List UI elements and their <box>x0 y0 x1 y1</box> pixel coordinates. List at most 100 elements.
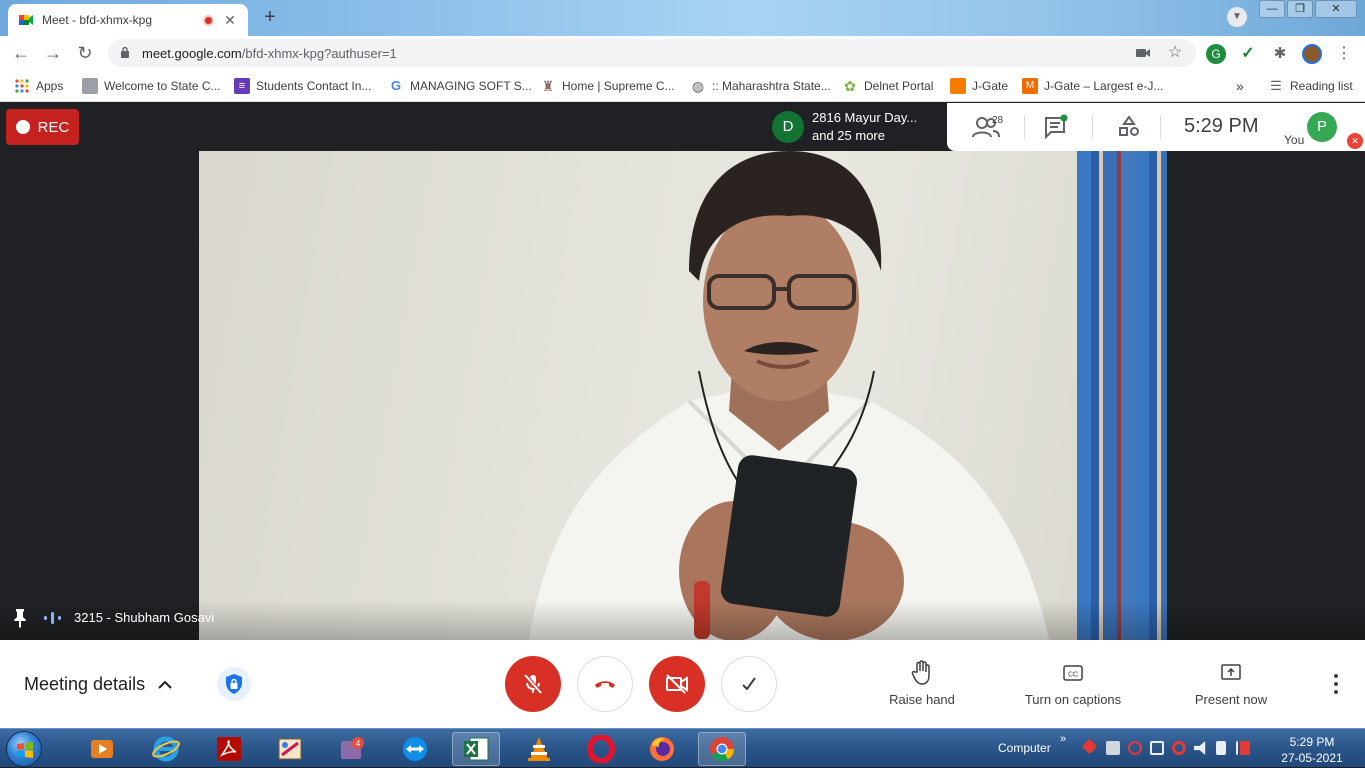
back-arrow-icon[interactable]: ← <box>9 41 33 65</box>
teamviewer-icon <box>403 737 427 761</box>
taskbar-vlc[interactable] <box>515 732 563 766</box>
globe-icon: ◍ <box>691 78 705 94</box>
participant-name: 3215 - Shubham Gosavi <box>74 610 215 625</box>
extension-check-button[interactable] <box>721 656 777 712</box>
address-bar[interactable]: meet.google.com/bfd-xhmx-kpg?authuser=1 … <box>108 39 1196 67</box>
new-tab-button[interactable]: + <box>256 5 284 29</box>
meeting-details-button[interactable]: Meeting details <box>24 674 173 695</box>
extensions-puzzle-icon[interactable]: ✱ <box>1270 44 1290 64</box>
leave-call-button[interactable] <box>577 656 633 712</box>
chat-icon[interactable] <box>1043 113 1069 141</box>
url-text: meet.google.com/bfd-xhmx-kpg?authuser=1 <box>142 46 397 61</box>
more-options-icon[interactable] <box>1324 670 1348 698</box>
chrome-menu-icon[interactable]: ⋮ <box>1334 44 1354 64</box>
tray-flag-icon[interactable] <box>1236 741 1250 755</box>
tray-time: 5:29 PM <box>1289 735 1335 749</box>
taskbar-teamviewer[interactable] <box>391 732 439 766</box>
maximize-button[interactable]: ❐ <box>1287 0 1313 18</box>
taskbar-app-badge[interactable]: 4 <box>328 732 376 766</box>
taskbar-paint[interactable] <box>266 732 314 766</box>
close-window-button[interactable]: ✕ <box>1315 0 1357 18</box>
checkmark-icon <box>742 677 756 691</box>
presenter-more: and 25 more <box>812 128 885 143</box>
raise-hand-button[interactable]: Raise hand <box>882 660 962 707</box>
taskbar-media-player[interactable] <box>78 732 126 766</box>
meet-top-bar: 28 5:29 PM You P ✕ <box>947 103 1365 151</box>
presenter-chip[interactable]: D 2816 Mayur Day... and 25 more <box>764 103 947 151</box>
tab-title: Meet - bfd-xhmx-kpg <box>42 13 153 27</box>
tray-search-icon[interactable] <box>1128 741 1142 755</box>
activities-icon[interactable] <box>1117 113 1141 141</box>
j-gate-icon: M <box>1022 78 1038 94</box>
divider <box>1160 115 1161 139</box>
apps-grid-icon <box>15 79 29 93</box>
bookmark-label: J-Gate – Largest e-J... <box>1044 79 1164 93</box>
extension-grammarly-icon[interactable]: G <box>1206 44 1226 64</box>
browser-tab-meet[interactable]: Meet - bfd-xhmx-kpg ✕ <box>8 4 248 36</box>
tray-clock[interactable]: 5:29 PM 27-05-2021 <box>1272 734 1352 766</box>
captions-button[interactable]: CC Turn on captions <box>1013 660 1133 707</box>
present-now-button[interactable]: Present now <box>1190 660 1272 707</box>
tray-usb-icon[interactable] <box>1216 741 1226 755</box>
tray-printer-icon[interactable] <box>1106 741 1120 755</box>
excel-icon <box>464 737 489 761</box>
bookmark-label: Home | Supreme C... <box>562 79 675 93</box>
tray-opera-icon[interactable] <box>1172 741 1186 755</box>
host-controls-button[interactable] <box>217 667 251 701</box>
bookmark-maharashtra-state[interactable]: ◍ :: Maharashtra State... <box>690 76 831 96</box>
tray-volume-icon[interactable] <box>1194 741 1206 755</box>
taskbar-chrome[interactable] <box>698 732 746 766</box>
bookmark-students-contact[interactable]: ≡ Students Contact In... <box>234 76 371 96</box>
reload-icon[interactable]: ↻ <box>73 41 97 65</box>
self-avatar[interactable]: P <box>1307 112 1337 142</box>
taskbar-excel[interactable] <box>452 732 500 766</box>
present-screen-icon <box>1221 664 1241 680</box>
bookmark-apps[interactable]: Apps <box>14 76 63 96</box>
bookmark-supreme-court[interactable]: ♜ Home | Supreme C... <box>540 76 675 96</box>
taskbar-acrobat-reader[interactable] <box>205 732 253 766</box>
microphone-off-button[interactable] <box>505 656 561 712</box>
forward-arrow-icon[interactable]: → <box>41 41 65 65</box>
bookmark-label: :: Maharashtra State... <box>712 79 831 93</box>
bookmark-label: Welcome to State C... <box>104 79 221 93</box>
bookmark-label: Apps <box>36 79 64 93</box>
reading-list-icon: ☰ <box>1270 78 1282 93</box>
divider <box>1024 115 1025 139</box>
taskbar-opera[interactable] <box>577 732 625 766</box>
start-button[interactable] <box>6 731 42 767</box>
presenter-name: 2816 Mayur Day... <box>812 110 918 125</box>
svg-text:CC: CC <box>1068 672 1078 679</box>
taskbar-internet-explorer[interactable] <box>142 732 190 766</box>
hang-up-icon <box>595 681 615 688</box>
system-tray: Computer » 5:29 PM 27-05-2021 <box>984 729 1365 768</box>
chevron-up-icon <box>158 680 172 689</box>
google-icon: G <box>390 78 402 93</box>
bookmark-j-gate[interactable]: J-Gate <box>950 76 1008 96</box>
taskbar-firefox[interactable] <box>638 732 686 766</box>
tray-network-icon[interactable] <box>1150 741 1164 755</box>
tab-close-button[interactable]: ✕ <box>222 12 238 29</box>
camera-in-use-icon[interactable] <box>1134 44 1152 62</box>
bookmark-managing-soft[interactable]: G MANAGING SOFT S... <box>388 76 532 96</box>
tray-computer-label[interactable]: Computer <box>998 741 1051 755</box>
profile-avatar[interactable] <box>1302 44 1322 64</box>
meet-stage: REC D 2816 Mayur Day... and 25 more 28 5… <box>0 103 1365 640</box>
opera-icon <box>587 735 615 763</box>
tray-expand-button[interactable]: » <box>1060 733 1066 745</box>
mic-off-icon <box>523 673 543 695</box>
bookmarks-overflow-button[interactable]: » <box>1236 76 1244 96</box>
bookmark-label: J-Gate <box>972 79 1009 93</box>
recording-badge[interactable]: REC <box>6 109 79 145</box>
tab-search-icon[interactable]: ▼ <box>1227 7 1247 27</box>
bookmark-delnet[interactable]: ✿ Delnet Portal <box>842 76 933 96</box>
pin-icon[interactable] <box>12 608 28 628</box>
extension-check-icon[interactable]: ✓ <box>1238 44 1258 64</box>
tray-app-icon[interactable] <box>1081 738 1098 755</box>
bookmark-star-icon[interactable]: ☆ <box>1166 44 1184 62</box>
bookmark-state-c[interactable]: Welcome to State C... <box>82 76 221 96</box>
camera-off-button[interactable] <box>649 656 705 712</box>
minimize-button[interactable]: — <box>1259 0 1285 18</box>
recording-label: REC <box>37 118 70 136</box>
reading-list-button[interactable]: ☰ Reading list <box>1268 76 1353 96</box>
bookmark-j-gate-largest[interactable]: M J-Gate – Largest e-J... <box>1022 76 1163 96</box>
